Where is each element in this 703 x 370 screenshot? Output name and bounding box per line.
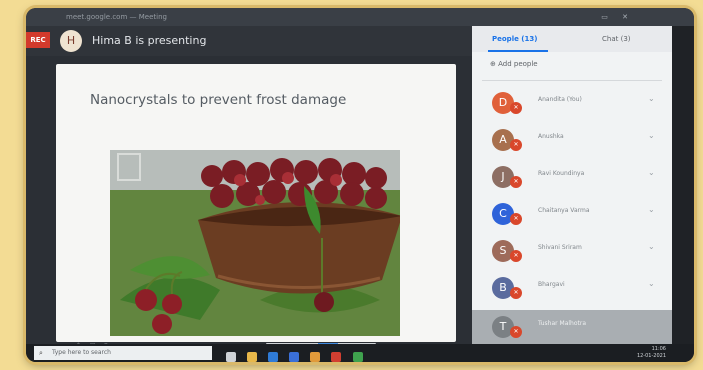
- monitor-frame: meet.google.com — Meeting ▭ ✕ REC H Hima…: [26, 8, 694, 362]
- presenter-avatar: H: [60, 30, 82, 52]
- windows-taskbar: ⌕ Type here to search 11:06 12-01-2021: [26, 344, 694, 362]
- participant-row[interactable]: C ✕ Chaitanya Varma ⌄: [472, 197, 672, 233]
- cherry-illustration: [110, 150, 400, 336]
- search-icon: ⌕: [39, 349, 43, 357]
- meeting-header: REC H Hima B is presenting: [26, 26, 472, 56]
- browser-tab-bar: meet.google.com — Meeting ▭ ✕: [26, 8, 694, 26]
- people-panel: People (13) Chat (3) ⊕ Add people D ✕ Anan…: [472, 26, 672, 344]
- participant-name: Ravi Koundinya: [538, 170, 585, 177]
- recording-badge: REC: [26, 32, 50, 48]
- screen-right-edge: [672, 26, 694, 344]
- chevron-down-icon[interactable]: ⌄: [648, 279, 655, 288]
- chevron-down-icon[interactable]: ⌄: [648, 94, 655, 103]
- active-tab-indicator: [488, 50, 548, 52]
- self-name: Tushar Malhotra: [538, 320, 587, 327]
- taskbar-search[interactable]: ⌕ Type here to search: [34, 346, 212, 360]
- participant-name: Bhargavi: [538, 281, 565, 288]
- chevron-down-icon[interactable]: ⌄: [648, 168, 655, 177]
- mic-muted-icon: ✕: [510, 213, 522, 225]
- add-person-icon: ⊕: [490, 60, 499, 68]
- taskbar-clock[interactable]: 11:06 12-01-2021: [637, 346, 666, 360]
- clock-time: 11:06: [651, 346, 666, 352]
- app-icon[interactable]: [352, 352, 363, 362]
- task-view-icon[interactable]: [226, 352, 236, 362]
- self-participant-row[interactable]: T ✕ Tushar Malhotra: [472, 310, 672, 344]
- tab-chat[interactable]: Chat (3): [602, 26, 631, 52]
- mic-muted-icon: ✕: [510, 102, 522, 114]
- panel-divider: [482, 80, 662, 81]
- chevron-down-icon[interactable]: ⌄: [648, 205, 655, 214]
- participant-row[interactable]: A ✕ Anushka ⌄: [472, 123, 672, 159]
- cherry-bowl-photo: [110, 150, 400, 336]
- chevron-down-icon[interactable]: ⌄: [648, 242, 655, 251]
- shared-slide: Nanocrystals to prevent frost damage: [56, 64, 456, 342]
- meeting-stage: REC H Hima B is presenting Nanocrystals …: [26, 26, 472, 349]
- add-people-label: Add people: [498, 60, 538, 68]
- store-icon[interactable]: [289, 352, 300, 362]
- edge-icon[interactable]: [268, 352, 279, 362]
- slide-title: Nanocrystals to prevent frost damage: [90, 92, 347, 108]
- browser-window-controls[interactable]: ▭ ✕: [601, 8, 634, 26]
- participant-name: Chaitanya Varma: [538, 207, 590, 214]
- participant-row[interactable]: J ✕ Ravi Koundinya ⌄: [472, 160, 672, 196]
- add-people-button[interactable]: ⊕ Add people: [490, 60, 538, 68]
- chevron-down-icon[interactable]: ⌄: [648, 131, 655, 140]
- mic-muted-icon: ✕: [510, 287, 522, 299]
- file-explorer-icon[interactable]: [247, 352, 258, 362]
- mic-muted-icon: ✕: [510, 250, 522, 262]
- browser-tab-title[interactable]: meet.google.com — Meeting: [66, 8, 167, 26]
- taskbar-app-icons: [226, 347, 369, 362]
- participant-name: Shivani Sriram: [538, 244, 582, 251]
- participant-row[interactable]: B ✕ Bhargavi ⌄: [472, 271, 672, 307]
- participant-name: Anushka: [538, 133, 564, 140]
- mic-muted-icon: ✕: [510, 326, 522, 338]
- mail-icon[interactable]: [310, 352, 321, 362]
- presenting-text: Hima B is presenting: [92, 34, 207, 47]
- participant-row[interactable]: S ✕ Shivani Sriram ⌄: [472, 234, 672, 270]
- participant-row[interactable]: D ✕ Anandita (You) ⌄: [472, 86, 672, 122]
- taskbar-search-text: Type here to search: [52, 349, 111, 356]
- chrome-icon[interactable]: [331, 352, 342, 362]
- mic-muted-icon: ✕: [510, 139, 522, 151]
- mic-muted-icon: ✕: [510, 176, 522, 188]
- tab-people[interactable]: People (13): [492, 26, 537, 52]
- panel-tabs: People (13) Chat (3): [472, 26, 672, 52]
- participant-name: Anandita (You): [538, 96, 582, 103]
- clock-date: 12-01-2021: [636, 353, 666, 359]
